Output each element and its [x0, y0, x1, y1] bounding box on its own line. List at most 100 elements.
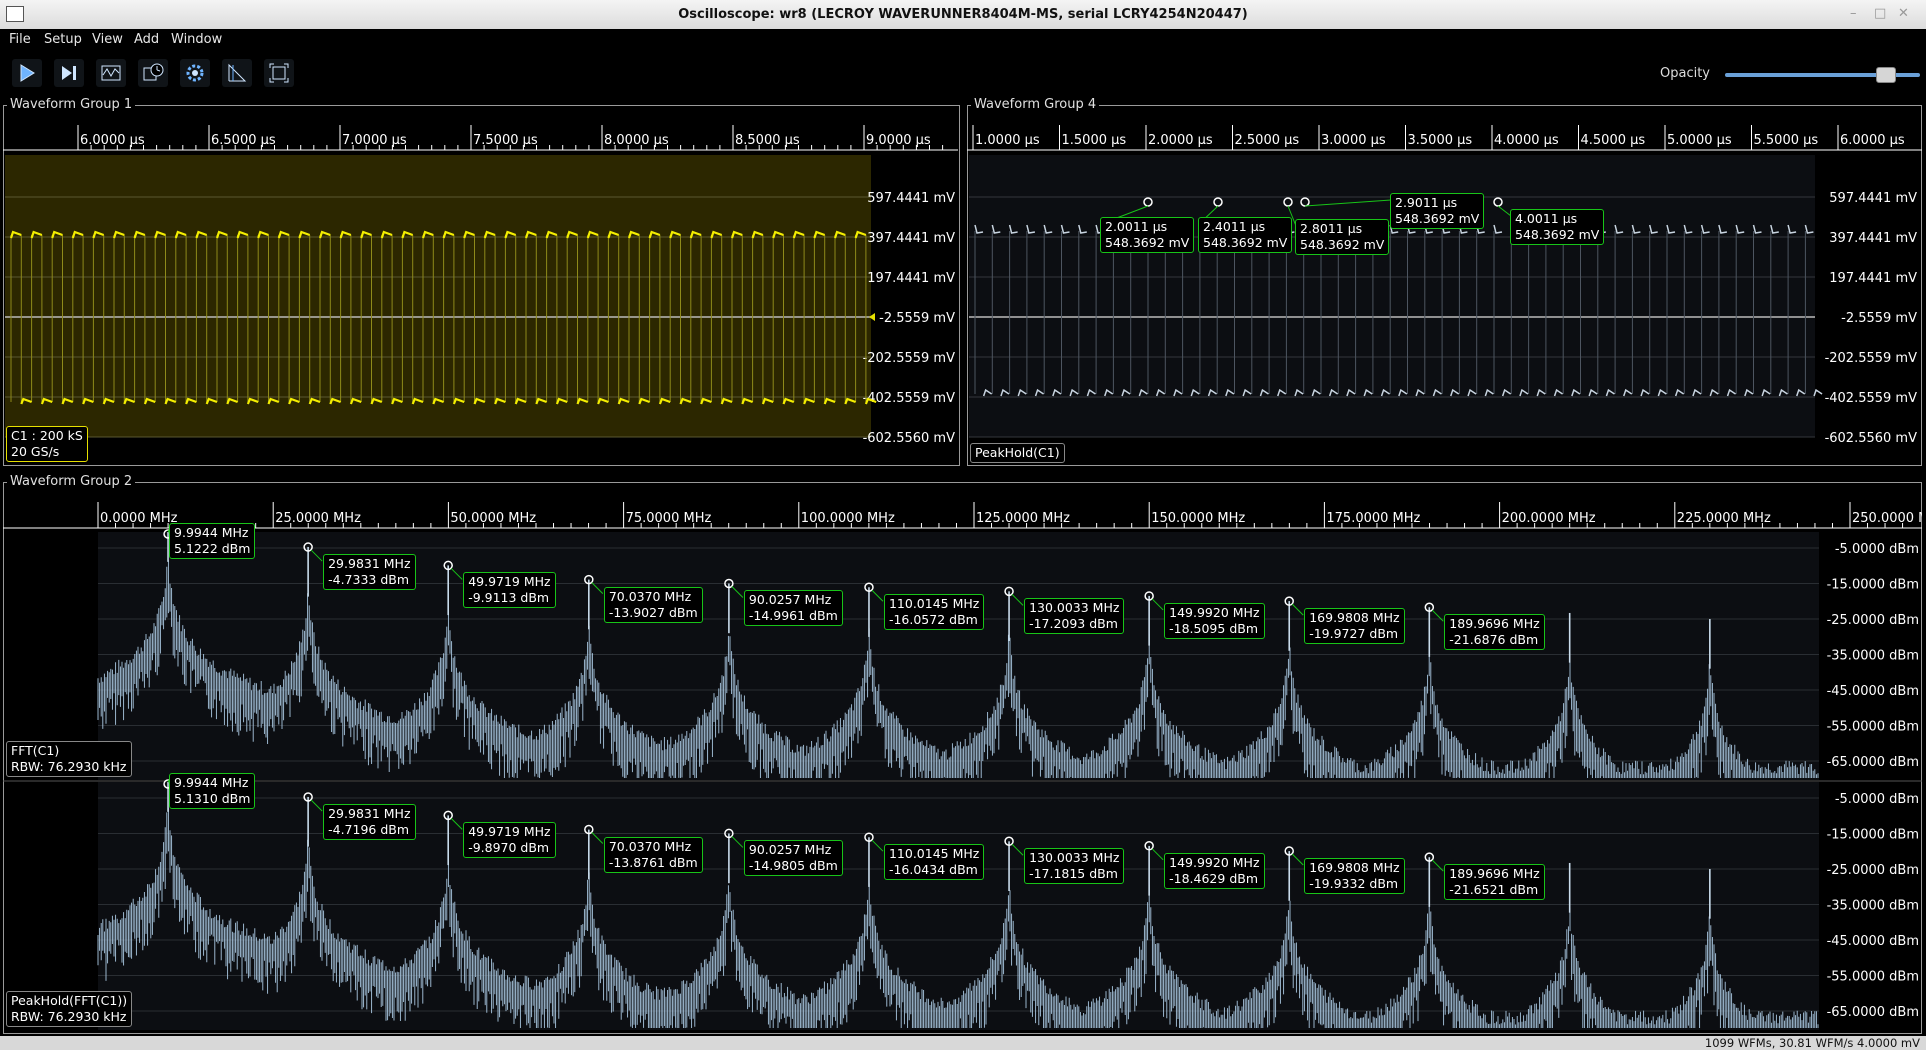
- peak-marker-label[interactable]: 189.9696 MHz -21.6876 dBm: [1444, 614, 1545, 651]
- peak-marker-label[interactable]: 90.0257 MHz -14.9961 dBm: [743, 590, 843, 627]
- history-button[interactable]: [138, 59, 168, 87]
- settings-button[interactable]: [180, 59, 210, 87]
- marker-label[interactable]: 2.0011 µs 548.3692 mV: [1100, 217, 1195, 253]
- marker-label[interactable]: 4.0011 µs 548.3692 mV: [1510, 209, 1605, 245]
- peak-amplitude: 5.1222 dBm: [174, 541, 251, 556]
- fft-channel-badge[interactable]: FFT(C1) RBW: 76.2930 kHz: [6, 741, 132, 777]
- peak-marker-label[interactable]: 169.9808 MHz -19.9727 dBm: [1304, 608, 1405, 645]
- peak-frequency: 29.9831 MHz: [328, 556, 411, 572]
- menu-add[interactable]: Add: [134, 32, 159, 47]
- single-step-button[interactable]: [54, 59, 84, 87]
- marker-label[interactable]: 2.4011 µs 548.3692 mV: [1198, 217, 1293, 253]
- waveform-group-2-plot[interactable]: 0.0000 MHz 25.0000 MHz 50.0000 MHz 75.0000 …: [3, 482, 1922, 1034]
- y-tick-label: -202.5559 mV: [1825, 351, 1918, 366]
- close-icon[interactable]: ✕: [1898, 6, 1909, 21]
- peak-marker-label[interactable]: 90.0257 MHz -14.9805 dBm: [743, 840, 843, 877]
- y-tick-label: -65.0000 dBm: [1827, 755, 1919, 770]
- x-tick-label: 5.5000 µs: [1754, 133, 1819, 148]
- play-button[interactable]: [12, 59, 42, 87]
- marker-value: 548.3692 mV: [1515, 227, 1600, 242]
- peak-frequency: 110.0145 MHz: [888, 846, 980, 862]
- maximize-icon[interactable]: □: [1874, 6, 1886, 21]
- menu-view[interactable]: View: [92, 32, 123, 47]
- y-tick-label: -2.5559 mV: [879, 311, 955, 326]
- y-tick-label: -65.0000 dBm: [1827, 1005, 1919, 1020]
- y-tick-label: -25.0000 dBm: [1827, 613, 1919, 628]
- channel-peakhold-badge[interactable]: PeakHold(C1): [970, 443, 1065, 463]
- marker-label[interactable]: 2.9011 µs 548.3692 mV: [1390, 193, 1485, 229]
- marker-value: 548.3692 mV: [1105, 235, 1190, 250]
- x-tick-label: 250.0000 MHz: [1852, 511, 1922, 526]
- opacity-slider-handle[interactable]: [1875, 67, 1896, 83]
- peak-frequency: 189.9696 MHz: [1449, 866, 1540, 882]
- x-tick-label: 3.5000 µs: [1408, 133, 1473, 148]
- peak-marker-label[interactable]: 29.9831 MHz -4.7333 dBm: [323, 554, 416, 591]
- status-text: 1099 WFMs, 30.81 WFM/s 4.0000 mV: [1704, 1036, 1920, 1050]
- menu-window[interactable]: Window: [171, 32, 222, 47]
- peak-marker-label[interactable]: 70.0370 MHz -13.8761 dBm: [603, 836, 703, 873]
- x-tick-label: 2.0000 µs: [1148, 133, 1213, 148]
- y-tick-label: -602.5560 mV: [863, 431, 956, 446]
- waveform-group-4-plot[interactable]: 1.0000 µs 1.5000 µs 2.0000 µs 2.5000 µs 3.00…: [967, 105, 1922, 466]
- peak-marker-label[interactable]: 49.9719 MHz -9.9113 dBm: [463, 572, 556, 609]
- x-tick-label: 200.0000 MHz: [1502, 511, 1596, 526]
- x-tick-label: 1.0000 µs: [975, 133, 1040, 148]
- x-tick-label: 5.0000 µs: [1667, 133, 1732, 148]
- peak-marker-label[interactable]: 9.9944 MHz 5.1222 dBm: [169, 523, 256, 559]
- marker-label[interactable]: 2.8011 µs 548.3692 mV: [1295, 219, 1390, 255]
- marker-value: 548.3692 mV: [1395, 211, 1480, 226]
- waveform-button[interactable]: [96, 59, 126, 87]
- menu-file[interactable]: File: [9, 32, 31, 47]
- x-tick-label: 75.0000 MHz: [626, 511, 712, 526]
- menu-setup[interactable]: Setup: [44, 32, 82, 47]
- peak-marker-label[interactable]: 130.0033 MHz -17.2093 dBm: [1024, 598, 1125, 635]
- peak-marker-label[interactable]: 149.9920 MHz -18.4629 dBm: [1164, 852, 1265, 889]
- x-tick-label: 8.0000 µs: [604, 133, 669, 148]
- y-tick-label: -55.0000 dBm: [1827, 970, 1919, 985]
- y-tick-label: -35.0000 dBm: [1827, 899, 1919, 914]
- fft-channel-name: FFT(C1): [11, 743, 60, 758]
- opacity-slider[interactable]: [1725, 67, 1920, 83]
- channel-c1-badge[interactable]: C1 : 200 kS 20 GS/s: [6, 426, 88, 462]
- peak-amplitude: -16.0434 dBm: [888, 862, 978, 878]
- group-4-label: Waveform Group 4: [971, 97, 1100, 112]
- peak-frequency: 29.9831 MHz: [328, 806, 411, 821]
- window-title: Oscilloscope: wr8 (LECROY WAVERUNNER8404…: [678, 7, 1248, 22]
- y-tick-label: -5.0000 dBm: [1835, 792, 1919, 807]
- peak-marker-label[interactable]: 70.0370 MHz -13.9027 dBm: [603, 586, 703, 623]
- marker-time: 2.8011 µs: [1300, 221, 1363, 236]
- waveform-group-2: 0.0000 MHz 25.0000 MHz 50.0000 MHz 75.0000 …: [3, 474, 1922, 1034]
- peak-marker-label[interactable]: 149.9920 MHz -18.5095 dBm: [1164, 602, 1265, 639]
- waveform-icon: [101, 65, 121, 81]
- peak-frequency: 90.0257 MHz: [748, 842, 832, 858]
- y-tick-label: -402.5559 mV: [863, 391, 956, 406]
- y-tick-label: -55.0000 dBm: [1827, 720, 1919, 735]
- peak-frequency: 90.0257 MHz: [748, 592, 832, 608]
- settings-gear-icon: [186, 64, 204, 82]
- peak-frequency: 70.0370 MHz: [608, 838, 692, 854]
- minimize-icon[interactable]: –: [1850, 6, 1857, 21]
- peakhold-fft-channel-badge[interactable]: PeakHold(FFT(C1)) RBW: 76.2930 kHz: [6, 991, 133, 1027]
- peak-marker-label[interactable]: 49.9719 MHz -9.8970 dBm: [463, 822, 556, 859]
- x-tick-label: 225.0000 MHz: [1677, 511, 1771, 526]
- peak-marker-label[interactable]: 29.9831 MHz -4.7196 dBm: [323, 804, 416, 840]
- peak-marker-label[interactable]: 130.0033 MHz -17.1815 dBm: [1024, 848, 1125, 885]
- marker-time: 4.0011 µs: [1515, 211, 1578, 226]
- x-tick-label: 2.5000 µs: [1235, 133, 1300, 148]
- marker-time: 2.9011 µs: [1395, 195, 1458, 210]
- peak-marker-label[interactable]: 169.9808 MHz -19.9332 dBm: [1304, 858, 1405, 894]
- zoom-fit-button[interactable]: [264, 59, 294, 87]
- peak-marker-label[interactable]: 110.0145 MHz -16.0434 dBm: [883, 844, 985, 881]
- cursor-button[interactable]: [222, 59, 252, 87]
- peak-marker-label[interactable]: 189.9696 MHz -21.6521 dBm: [1444, 864, 1545, 901]
- marker-value: 548.3692 mV: [1203, 235, 1288, 250]
- peak-marker-label[interactable]: 9.9944 MHz 5.1310 dBm: [169, 773, 256, 809]
- y-tick-label: 397.4441 mV: [1829, 231, 1917, 246]
- status-bar: 1099 WFMs, 30.81 WFM/s 4.0000 mV: [0, 1036, 1926, 1050]
- peak-amplitude: -13.9027 dBm: [608, 604, 698, 620]
- peak-marker-label[interactable]: 110.0145 MHz -16.0572 dBm: [883, 594, 985, 631]
- waveform-group-1-plot[interactable]: 6.0000 µs 6.5000 µs 7.0000 µs 7.5000 µs 8.00…: [3, 105, 960, 466]
- x-tick-label: 8.5000 µs: [735, 133, 800, 148]
- peak-frequency: 110.0145 MHz: [888, 596, 980, 612]
- opacity-label: Opacity: [1660, 66, 1711, 81]
